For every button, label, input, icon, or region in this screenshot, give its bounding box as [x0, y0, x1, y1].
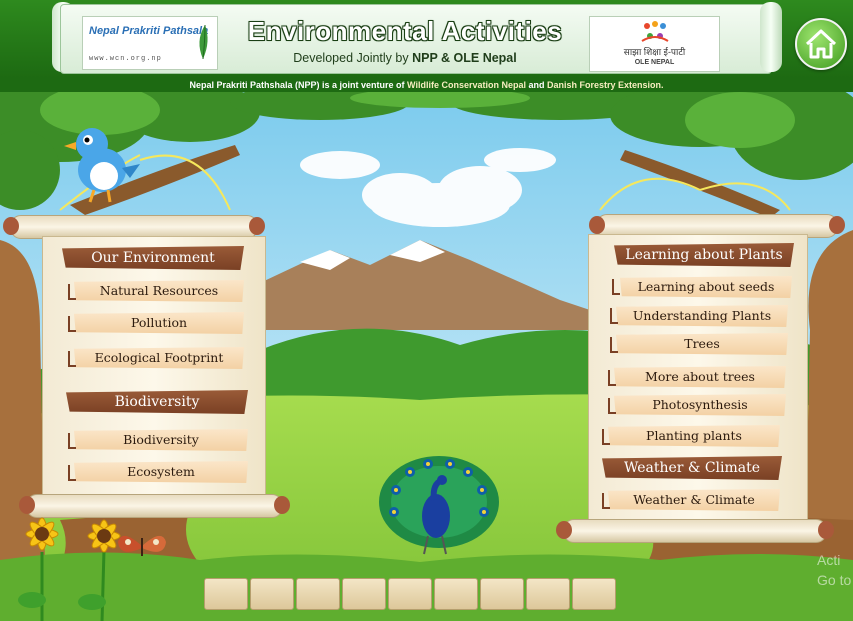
ole-logo-sub: OLE NEPAL: [634, 59, 675, 66]
bridge-plank: [434, 578, 478, 610]
bridge-plank: [342, 578, 386, 610]
item-marker: [610, 308, 618, 324]
menu-ecosystem[interactable]: Ecosystem: [74, 461, 248, 483]
item-marker: [602, 493, 610, 509]
home-icon: [805, 29, 837, 59]
banner-roll-right: [760, 2, 782, 72]
watermark-line2: Go to: [817, 572, 852, 588]
menu-ecological-footprint[interactable]: Ecological Footprint: [74, 347, 244, 369]
item-marker: [612, 279, 620, 295]
watermark-line1: Acti: [817, 552, 841, 568]
activation-watermark: Acti Go to: [817, 550, 851, 590]
npp-logo-name: Nepal Prakriti Pathsala: [89, 25, 209, 37]
menu-natural-resources[interactable]: Natural Resources: [74, 280, 244, 302]
menu-planting-plants[interactable]: Planting plants: [608, 425, 780, 447]
menu-understanding-plants[interactable]: Understanding Plants: [616, 305, 788, 327]
bridge-plank: [572, 578, 616, 610]
item-marker: [610, 337, 618, 353]
menu-learning-about-seeds[interactable]: Learning about seeds: [620, 276, 792, 298]
peacock-icon: [379, 456, 499, 555]
npp-logo-url: www.wcn.org.np: [89, 55, 162, 63]
item-marker: [68, 316, 76, 332]
section-biodiversity: Biodiversity: [66, 390, 248, 414]
page-subtitle: Developed Jointly by NPP & OLE Nepal: [240, 51, 570, 65]
item-marker: [68, 433, 76, 449]
menu-photosynthesis[interactable]: Photosynthesis: [614, 394, 786, 416]
menu-more-about-trees[interactable]: More about trees: [614, 366, 786, 388]
bridge-plank: [480, 578, 524, 610]
subtitle-prefix: Developed Jointly by: [293, 51, 413, 65]
npp-logo[interactable]: Nepal Prakriti Pathsala www.wcn.org.np: [82, 16, 218, 70]
item-marker: [602, 429, 610, 445]
item-marker: [608, 398, 616, 414]
right-scroll-bottom-rod: [556, 519, 834, 543]
credits-band: Nepal Prakriti Pathshala (NPP) is a join…: [0, 78, 853, 92]
item-marker: [68, 351, 76, 367]
item-marker: [608, 370, 616, 386]
menu-pollution[interactable]: Pollution: [74, 312, 244, 334]
section-learning-about-plants: Learning about Plants: [614, 243, 794, 267]
butterfly-icon: [118, 535, 166, 556]
menu-biodiversity[interactable]: Biodiversity: [74, 429, 248, 451]
bridge-plank: [250, 578, 294, 610]
sunflower-icon: [18, 517, 121, 621]
ole-people-icon: [641, 21, 669, 42]
subtitle-bold: NPP & OLE Nepal: [412, 51, 517, 65]
credits-and: and: [525, 80, 547, 90]
bird-icon: [64, 128, 140, 203]
credits-prefix: Nepal Prakriti Pathshala (NPP) is a join…: [189, 80, 408, 90]
bridge-plank: [526, 578, 570, 610]
item-marker: [68, 284, 76, 300]
bridge-plank: [388, 578, 432, 610]
home-button[interactable]: [795, 18, 847, 70]
bridge-plank: [296, 578, 340, 610]
menu-weather-climate[interactable]: Weather & Climate: [608, 489, 780, 511]
stage: Nepal Prakriti Pathsala www.wcn.org.np E…: [0, 0, 853, 621]
section-weather-climate: Weather & Climate: [602, 456, 782, 480]
ole-nepal-logo[interactable]: साझा शिक्षा ई-पाटी OLE NEPAL: [589, 16, 720, 72]
menu-trees[interactable]: Trees: [616, 333, 788, 355]
ole-logo-name: साझा शिक्षा ई-पाटी: [623, 47, 686, 57]
page-title: Environmental Activities: [247, 16, 563, 46]
leaf-icon: [199, 24, 208, 60]
credits-org2: Danish Forestry Extension.: [547, 80, 664, 90]
bridge-plank: [204, 578, 248, 610]
item-marker: [68, 465, 76, 481]
credits-org1: Wildlife Conservation Nepal: [407, 80, 526, 90]
section-our-environment: Our Environment: [62, 246, 244, 270]
